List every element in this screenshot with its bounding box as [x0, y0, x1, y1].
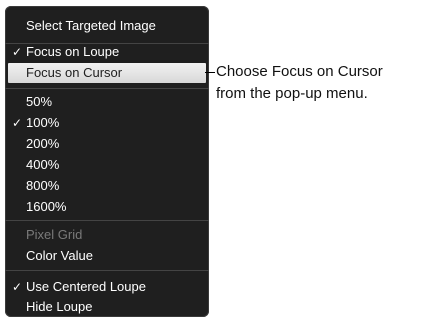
callout-line-1: Choose Focus on Cursor — [216, 63, 383, 80]
menu-item-zoom-100[interactable]: ✓ 100% — [5, 113, 209, 133]
menu-item-color-value[interactable]: Color Value — [5, 246, 209, 266]
menu-separator — [5, 270, 209, 271]
popup-menu: Select Targeted Image ✓ Focus on Loupe F… — [5, 6, 209, 317]
menu-item-label: 400% — [26, 157, 60, 172]
checkmark-icon: ✓ — [12, 45, 23, 59]
menu-item-label: Pixel Grid — [26, 227, 83, 242]
callout-text: Choose Focus on Cursor from the pop-up m… — [216, 61, 383, 105]
menu-item-focus-on-cursor[interactable]: Focus on Cursor — [8, 63, 206, 83]
checkmark-icon: ✓ — [12, 116, 23, 130]
menu-item-use-centered-loupe[interactable]: ✓ Use Centered Loupe — [5, 277, 209, 297]
menu-separator — [5, 220, 209, 221]
menu-item-label: 200% — [26, 136, 60, 151]
menu-item-label: 100% — [26, 115, 60, 130]
menu-item-pixel-grid: Pixel Grid — [5, 225, 209, 245]
menu-item-zoom-200[interactable]: 200% — [5, 134, 209, 154]
menu-item-hide-loupe[interactable]: Hide Loupe — [5, 297, 209, 317]
menu-item-zoom-800[interactable]: 800% — [5, 176, 209, 196]
menu-item-zoom-400[interactable]: 400% — [5, 155, 209, 175]
menu-item-label: Select Targeted Image — [26, 18, 156, 33]
menu-item-label: 1600% — [26, 199, 67, 214]
menu-item-focus-on-loupe[interactable]: ✓ Focus on Loupe — [5, 42, 209, 62]
checkmark-icon: ✓ — [12, 280, 23, 294]
menu-separator — [5, 88, 209, 89]
menu-item-label: Focus on Loupe — [26, 44, 120, 59]
menu-item-zoom-1600[interactable]: 1600% — [5, 197, 209, 217]
menu-item-label: Use Centered Loupe — [26, 279, 146, 294]
menu-item-zoom-50[interactable]: 50% — [5, 92, 209, 112]
menu-item-label: 800% — [26, 178, 60, 193]
menu-item-select-targeted-image[interactable]: Select Targeted Image — [5, 16, 209, 36]
callout-line-2: from the pop-up menu. — [216, 85, 368, 102]
menu-item-label: Focus on Cursor — [26, 65, 123, 80]
menu-item-label: 50% — [26, 94, 53, 109]
menu-item-label: Hide Loupe — [26, 299, 93, 314]
callout-leader-line — [205, 72, 215, 73]
menu-item-label: Color Value — [26, 248, 93, 263]
